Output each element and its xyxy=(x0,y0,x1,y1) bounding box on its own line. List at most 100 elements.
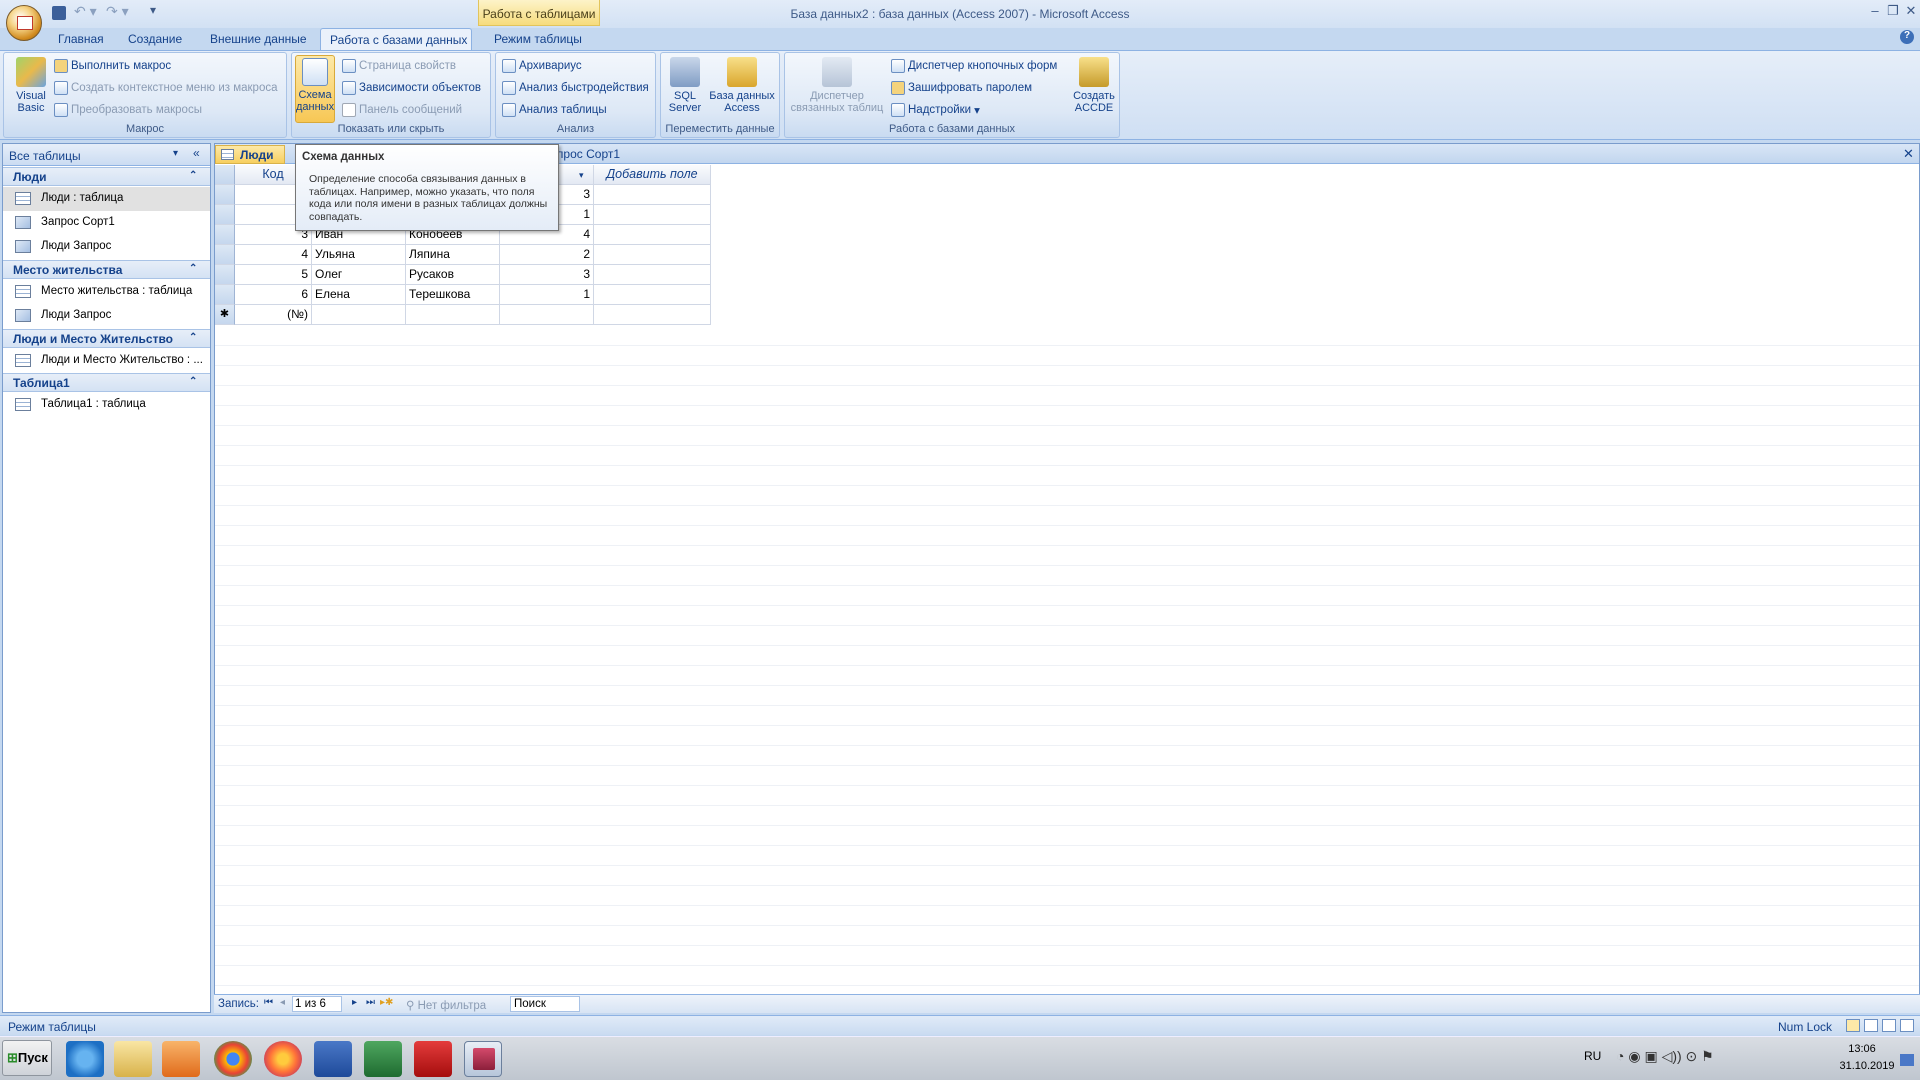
table-cell[interactable] xyxy=(594,225,711,245)
file-explorer-icon[interactable] xyxy=(114,1041,152,1077)
new-record-cell[interactable] xyxy=(594,305,711,325)
record-selector[interactable] xyxy=(215,225,235,245)
addins-dropdown[interactable]: Надстройки ▾ xyxy=(891,103,980,117)
sort-dropdown-icon[interactable]: ▾ xyxy=(579,170,584,180)
minimize-button[interactable]: – xyxy=(1866,3,1884,19)
record-selector[interactable] xyxy=(215,265,235,285)
search-input[interactable]: Поиск xyxy=(510,996,580,1012)
first-record-icon[interactable]: ⏮ xyxy=(264,997,273,1008)
table-cell[interactable]: 1 xyxy=(500,285,594,305)
new-record-icon[interactable]: ▸✱ xyxy=(380,997,393,1008)
language-indicator[interactable]: RU xyxy=(1584,1049,1601,1063)
nav-item-people-query[interactable]: Люди Запрос xyxy=(3,235,210,259)
nav-group-residence[interactable]: Место жительства ⌃ xyxy=(3,260,210,279)
table-cell[interactable] xyxy=(594,185,711,205)
make-accde-button[interactable]: Создать ACCDE xyxy=(1071,57,1117,114)
office-button[interactable] xyxy=(6,5,42,41)
previous-record-icon[interactable]: ◂ xyxy=(280,997,285,1008)
pivot-table-view-icon[interactable] xyxy=(1864,1019,1878,1032)
start-button[interactable]: ⊞Пуск xyxy=(2,1040,52,1076)
next-record-icon[interactable]: ▸ xyxy=(352,997,357,1008)
table-cell[interactable] xyxy=(594,205,711,225)
nav-item-table1[interactable]: Таблица1 : таблица xyxy=(3,393,210,417)
tab-create[interactable]: Создание xyxy=(128,28,194,50)
new-record-cell[interactable] xyxy=(406,305,500,325)
nav-item-people-query-2[interactable]: Люди Запрос xyxy=(3,304,210,328)
customize-qat-icon[interactable]: ▾ xyxy=(150,3,156,21)
media-player-icon[interactable] xyxy=(162,1041,200,1077)
nav-group-people-residence[interactable]: Люди и Место Жительство ⌃ xyxy=(3,329,210,348)
design-view-icon[interactable] xyxy=(1900,1019,1914,1032)
nav-filter-dropdown-icon[interactable]: ▾ xyxy=(173,148,178,159)
linked-table-manager-button[interactable]: Диспетчер связанных таблиц xyxy=(789,57,885,114)
tab-external-data[interactable]: Внешние данные xyxy=(210,28,310,50)
save-icon[interactable] xyxy=(52,6,66,20)
chrome-icon[interactable] xyxy=(214,1041,252,1077)
tab-database-tools[interactable]: Работа с базами данных xyxy=(320,28,472,50)
new-record-code[interactable]: (№) xyxy=(235,305,312,325)
table-cell[interactable]: 3 xyxy=(500,265,594,285)
nav-group-table1[interactable]: Таблица1 ⌃ xyxy=(3,373,210,392)
doc-tab-people[interactable]: Люди xyxy=(215,145,285,164)
table-cell[interactable]: Елена xyxy=(312,285,406,305)
column-header-add-field[interactable]: Добавить поле xyxy=(594,165,711,185)
restore-button[interactable]: ❐ xyxy=(1884,3,1902,19)
table-cell[interactable]: 2 xyxy=(500,245,594,265)
collapse-group-icon[interactable]: ⌃ xyxy=(189,332,197,343)
access-icon[interactable] xyxy=(464,1041,502,1077)
encrypt-with-password-button[interactable]: Зашифровать паролем xyxy=(891,81,1032,95)
nav-item-people-residence-table[interactable]: Люди и Место Жительство : ... xyxy=(3,349,210,373)
switchboard-manager-button[interactable]: Диспетчер кнопочных форм xyxy=(891,59,1057,73)
redo-icon[interactable]: ↷ ▾ xyxy=(106,3,129,21)
nav-group-people[interactable]: Люди ⌃ xyxy=(3,167,210,186)
nav-item-query-sort1[interactable]: Запрос Сорт1 xyxy=(3,211,210,235)
close-button[interactable]: ✕ xyxy=(1902,3,1920,19)
record-selector[interactable] xyxy=(215,205,235,225)
collapse-pane-icon[interactable]: « xyxy=(193,146,200,160)
help-icon[interactable]: ? xyxy=(1900,30,1914,44)
property-sheet-button[interactable]: Страница свойств xyxy=(342,59,456,73)
analyze-table-button[interactable]: Анализ таблицы xyxy=(502,103,607,117)
nav-pane-header[interactable]: Все таблицы ▾ « xyxy=(3,144,210,166)
sql-server-button[interactable]: SQL Server xyxy=(665,57,705,114)
object-dependencies-button[interactable]: Зависимости объектов xyxy=(342,81,481,95)
record-selector[interactable] xyxy=(215,245,235,265)
current-record-field[interactable]: 1 из 6 xyxy=(292,996,342,1012)
collapse-group-icon[interactable]: ⌃ xyxy=(189,376,197,387)
collapse-group-icon[interactable]: ⌃ xyxy=(189,170,197,181)
record-selector[interactable] xyxy=(215,185,235,205)
run-macro-button[interactable]: Выполнить макрос xyxy=(54,59,171,73)
nav-item-residence-table[interactable]: Место жительства : таблица xyxy=(3,280,210,304)
documenter-button[interactable]: Архивариус xyxy=(502,59,582,73)
last-record-icon[interactable]: ⏭ xyxy=(366,997,375,1008)
new-record-cell[interactable] xyxy=(312,305,406,325)
new-record-selector[interactable]: ✱ xyxy=(215,305,235,325)
excel-icon[interactable] xyxy=(364,1041,402,1077)
access-database-button[interactable]: База данных Access xyxy=(707,57,777,114)
clock-time[interactable]: 13:06 xyxy=(1834,1043,1890,1055)
clock-date[interactable]: 31.10.2019 xyxy=(1834,1060,1900,1072)
close-document-icon[interactable]: ✕ xyxy=(1903,146,1914,162)
tab-home[interactable]: Главная xyxy=(58,28,106,50)
show-desktop-icon[interactable] xyxy=(1900,1054,1914,1066)
table-cell[interactable] xyxy=(594,285,711,305)
table-cell[interactable]: Ульяна xyxy=(312,245,406,265)
visual-basic-button[interactable]: Visual Basic xyxy=(8,57,54,114)
nav-item-people-table[interactable]: Люди : таблица xyxy=(3,187,210,211)
word-icon[interactable] xyxy=(314,1041,352,1077)
pivot-chart-view-icon[interactable] xyxy=(1882,1019,1896,1032)
tab-datasheet[interactable]: Режим таблицы xyxy=(494,28,584,50)
analyze-performance-button[interactable]: Анализ быстродействия xyxy=(502,81,649,95)
table-cell[interactable] xyxy=(594,265,711,285)
datasheet-view-icon[interactable] xyxy=(1846,1019,1860,1032)
filter-status[interactable]: ⚲ Нет фильтра xyxy=(406,998,486,1012)
relationships-button[interactable]: Схема данных xyxy=(295,55,335,123)
table-cell[interactable]: 6 xyxy=(235,285,312,305)
acrobat-icon[interactable] xyxy=(414,1041,452,1077)
message-bar-checkbox[interactable]: Панель сообщений xyxy=(342,103,462,117)
convert-macros-button[interactable]: Преобразовать макросы xyxy=(54,103,202,117)
table-cell[interactable] xyxy=(594,245,711,265)
undo-icon[interactable]: ↶ ▾ xyxy=(74,3,97,21)
tray-icons[interactable]: ◔ ◉ ▣ ◁)) ⊙ ⚑ xyxy=(1616,1048,1714,1065)
table-cell[interactable]: Ляпина xyxy=(406,245,500,265)
